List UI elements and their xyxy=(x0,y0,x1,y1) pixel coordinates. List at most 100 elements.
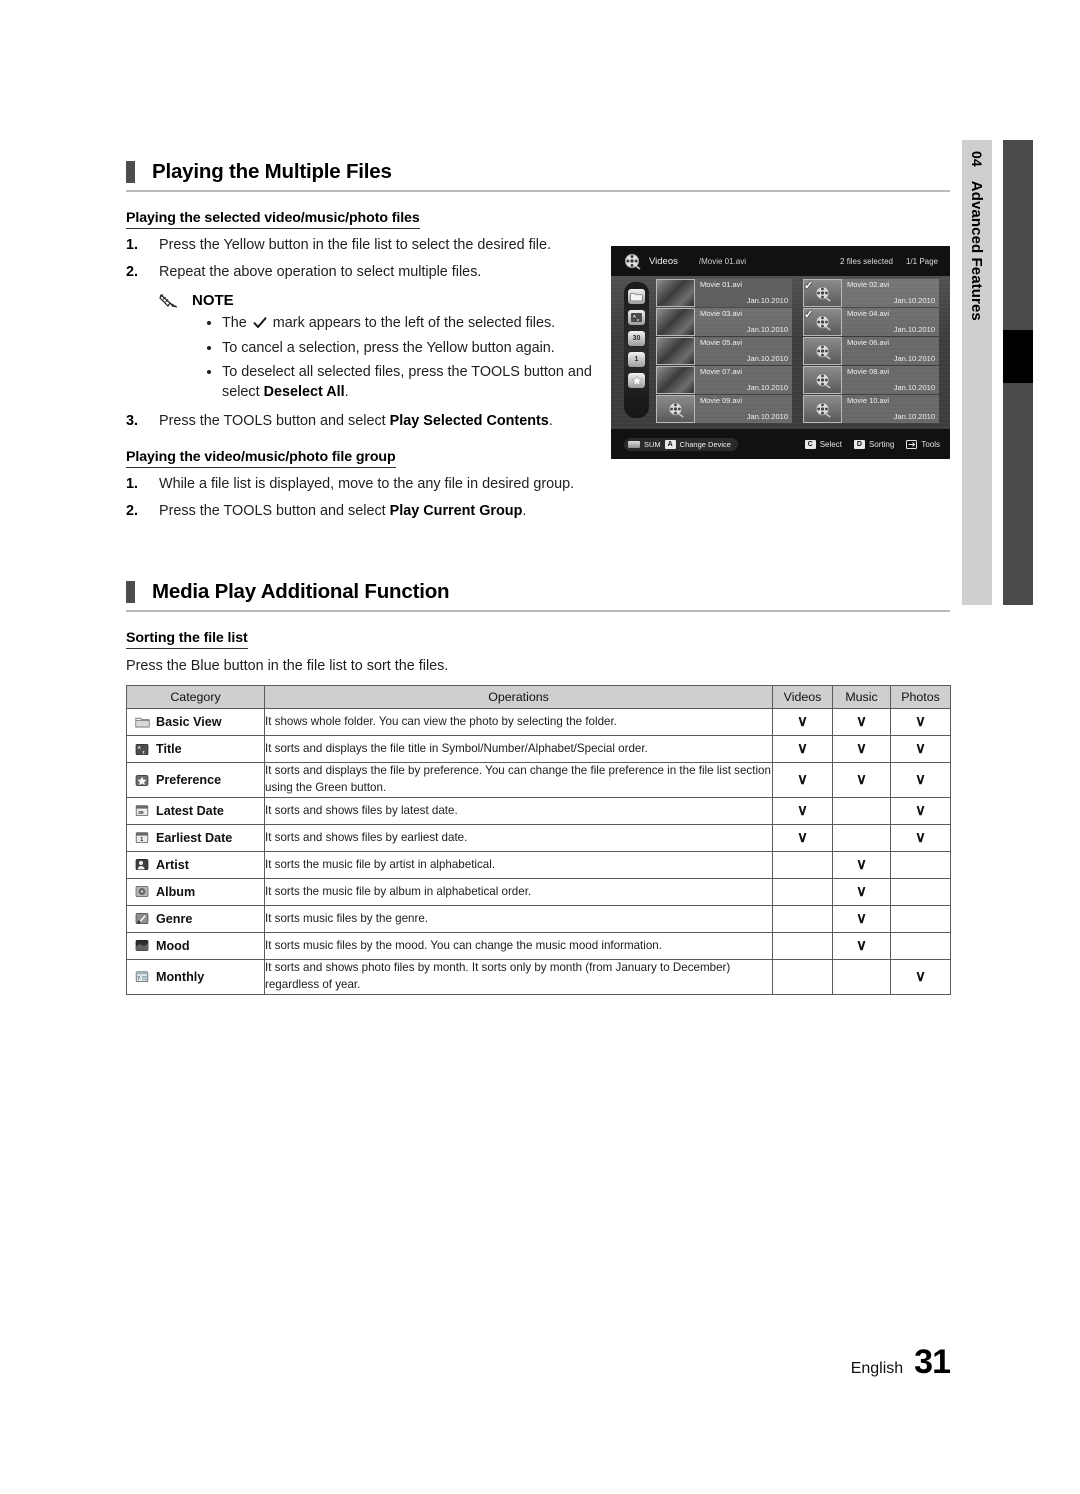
cell-music: ∨ xyxy=(832,735,891,764)
cell-videos xyxy=(772,958,833,995)
genre-icon xyxy=(135,912,150,925)
pencil-icon xyxy=(159,292,180,309)
tv-file-item[interactable]: Movie 09.avi Jan.10.2010 xyxy=(656,395,792,423)
svg-text:z: z xyxy=(637,317,639,322)
note-bullet-text-post: . xyxy=(344,384,349,401)
step-text-post: . xyxy=(522,503,527,520)
tv-file-date: Jan.10.2010 xyxy=(893,354,935,364)
tv-device-chip[interactable]: SUM A Change Device xyxy=(624,437,738,451)
cell-videos: ∨ xyxy=(772,735,833,764)
note-bullet: The mark appears to the left of the sele… xyxy=(205,313,596,335)
film-reel-icon xyxy=(624,253,641,270)
note-bullet-text-pre: The xyxy=(222,314,251,331)
cell-music: ∨ xyxy=(832,708,891,737)
tv-file-name: Movie 08.avi xyxy=(847,367,890,376)
sidebar-calendar-30-icon[interactable]: 30 xyxy=(628,331,645,346)
step-number: 2. xyxy=(126,263,139,280)
tv-select-label: Select xyxy=(819,439,842,449)
check-mark-icon: ∨ xyxy=(915,771,926,789)
chapter-tab: 04 Advanced Features xyxy=(962,140,992,605)
note-bullet-emphasis: Deselect All xyxy=(263,384,345,401)
cell-music xyxy=(832,958,891,995)
table-row: Preference It sorts and displays the file… xyxy=(126,762,951,798)
note-label: NOTE xyxy=(192,291,234,309)
tv-hint-tools[interactable]: Tools xyxy=(906,439,940,449)
monthly-icon: 7 xyxy=(135,970,150,983)
category-label: Mood xyxy=(156,938,190,953)
cell-photos: ∨ xyxy=(890,823,951,852)
tv-file-item[interactable]: ✓ Movie 02.avi Jan.10.2010 xyxy=(803,279,939,307)
tv-file-date: Jan.10.2010 xyxy=(893,412,935,422)
cell-category: 1 Earliest Date xyxy=(126,823,265,852)
tv-file-item[interactable]: Movie 06.avi Jan.10.2010 xyxy=(803,337,939,365)
step-item: 3. Press the TOOLS button and select Pla… xyxy=(126,412,596,432)
svg-text:1: 1 xyxy=(140,838,143,844)
chapter-name: Advanced Features xyxy=(968,180,986,321)
step-text: Press the Yellow button in the file list… xyxy=(159,237,551,253)
sidebar-star-icon[interactable] xyxy=(628,373,645,388)
sorting-table: Category Operations Videos Music Photos … xyxy=(126,685,951,995)
tv-file-item[interactable]: Movie 08.avi Jan.10.2010 xyxy=(803,366,939,394)
chapter-tab-text: 04 Advanced Features xyxy=(962,140,992,605)
tv-file-item[interactable]: Movie 05.avi Jan.10.2010 xyxy=(656,337,792,365)
cell-category: Mood xyxy=(126,931,265,960)
tv-device-label: SUM xyxy=(644,439,661,449)
cell-operations: It sorts the music file by artist in alp… xyxy=(264,850,773,879)
note-bullet-text-post: mark appears to the left of the selected… xyxy=(268,314,556,331)
cell-photos xyxy=(890,850,951,879)
category-label: Preference xyxy=(156,773,222,788)
tv-sort-sidebar[interactable]: Az 30 1 xyxy=(624,282,649,418)
tv-file-item[interactable]: Movie 07.avi Jan.10.2010 xyxy=(656,366,792,394)
tv-top-status: 2 files selected 1/1 Page xyxy=(840,257,938,266)
check-mark-icon: ∨ xyxy=(915,801,926,819)
cell-videos: ∨ xyxy=(772,823,833,852)
tv-file-item[interactable]: Movie 01.avi Jan.10.2010 xyxy=(656,279,792,307)
tv-file-meta: Movie 05.avi Jan.10.2010 xyxy=(695,337,792,365)
key-a[interactable]: A xyxy=(664,439,676,449)
section-heading-media-play-additional: Media Play Additional Function xyxy=(126,580,950,613)
tv-file-date: Jan.10.2010 xyxy=(746,325,788,335)
sidebar-folder-icon[interactable] xyxy=(628,289,645,304)
edge-index-marker xyxy=(1003,330,1033,383)
section-marker xyxy=(126,161,135,183)
cell-photos: ∨ xyxy=(890,796,951,825)
subsection-heading-sorting: Sorting the file list xyxy=(126,630,248,650)
cell-photos: ∨ xyxy=(890,708,951,737)
note-bullet: To cancel a selection, press the Yellow … xyxy=(205,338,596,358)
cell-photos: ∨ xyxy=(890,958,951,995)
sidebar-title-az-icon[interactable]: Az xyxy=(628,310,645,325)
tv-file-browser: Az 30 1 Movie 01.avi Jan.10.2010 ✓ Movie 02… xyxy=(611,276,950,429)
sidebar-calendar-1-icon[interactable]: 1 xyxy=(628,352,645,367)
step-number: 3. xyxy=(126,412,139,429)
step-item: 1. While a file list is displayed, move … xyxy=(126,475,596,495)
key-d[interactable]: D xyxy=(853,439,865,449)
section-title: Media Play Additional Function xyxy=(152,580,450,604)
tv-file-item[interactable]: ✓ Movie 04.avi Jan.10.2010 xyxy=(803,308,939,336)
tv-tools-label: Tools xyxy=(921,439,940,449)
cell-operations: It sorts music files by the genre. xyxy=(264,904,773,933)
check-mark-icon: ∨ xyxy=(797,828,808,846)
tv-file-meta: Movie 10.avi Jan.10.2010 xyxy=(842,395,939,423)
step-text-post: . xyxy=(548,412,553,429)
tv-file-item[interactable]: Movie 03.avi Jan.10.2010 xyxy=(656,308,792,336)
cell-category: Preference xyxy=(126,762,265,798)
column-header-operations: Operations xyxy=(264,685,773,710)
tv-hint-select[interactable]: C Select xyxy=(804,439,842,449)
tv-hint-sorting[interactable]: D Sorting xyxy=(853,439,894,449)
tv-selected-count: 2 files selected xyxy=(840,256,893,266)
check-mark-icon: ∨ xyxy=(797,713,808,731)
tv-current-file: /Movie 01.avi xyxy=(698,256,747,266)
check-mark-icon: ∨ xyxy=(856,771,867,789)
tv-ui-screenshot: Videos /Movie 01.avi 2 files selected 1/… xyxy=(611,246,950,459)
tv-file-meta: Movie 06.avi Jan.10.2010 xyxy=(842,337,939,365)
tv-file-item[interactable]: Movie 10.avi Jan.10.2010 xyxy=(803,395,939,423)
sorting-paragraph: Press the Blue button in the file list t… xyxy=(126,658,449,675)
table-row: Album It sorts the music file by album in… xyxy=(126,877,951,906)
tv-file-grid[interactable]: Movie 01.avi Jan.10.2010 ✓ Movie 02.avi Jan.… xyxy=(656,279,944,427)
key-c[interactable]: C xyxy=(804,439,816,449)
tv-bottom-bar: SUM A Change Device C Select D Sorting T… xyxy=(611,429,950,459)
step-number: 1. xyxy=(126,237,139,253)
usb-icon xyxy=(628,440,640,448)
cell-category: Basic View xyxy=(126,708,265,737)
category-label: Basic View xyxy=(156,715,222,730)
